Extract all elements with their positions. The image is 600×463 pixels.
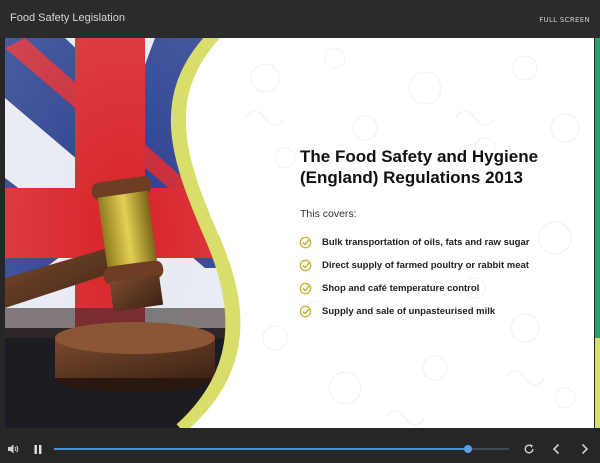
list-item: Direct supply of farmed poultry or rabbi…	[299, 254, 529, 277]
volume-icon[interactable]	[7, 443, 19, 455]
course-title: Food Safety Legislation	[10, 12, 125, 24]
covers-list: Bulk transportation of oils, fats and ra…	[299, 231, 529, 323]
seek-bar-fill	[54, 448, 469, 450]
list-item-text: Shop and café temperature control	[322, 283, 480, 294]
next-icon[interactable]	[580, 443, 590, 455]
seek-bar-handle[interactable]	[464, 445, 473, 453]
seek-bar[interactable]	[54, 445, 509, 453]
check-icon	[299, 259, 312, 272]
slide-intro: This covers:	[300, 208, 357, 220]
list-item: Bulk transportation of oils, fats and ra…	[299, 231, 529, 254]
slide: The Food Safety and Hygiene (England) Re…	[5, 38, 594, 428]
pause-icon[interactable]	[33, 444, 43, 455]
check-icon	[299, 282, 312, 295]
list-item: Shop and café temperature control	[299, 277, 529, 300]
check-icon	[299, 305, 312, 318]
list-item-text: Bulk transportation of oils, fats and ra…	[322, 237, 530, 248]
list-item: Supply and sale of unpasteurised milk	[299, 300, 529, 323]
list-item-text: Supply and sale of unpasteurised milk	[322, 306, 496, 317]
slide-heading: The Food Safety and Hygiene (England) Re…	[300, 147, 539, 187]
list-item-text: Direct supply of farmed poultry or rabbi…	[322, 260, 529, 271]
slide-progress-edge	[595, 38, 600, 428]
replay-icon[interactable]	[523, 443, 535, 455]
previous-icon[interactable]	[551, 443, 561, 455]
top-bar: Food Safety Legislation FULL SCREEN	[0, 0, 600, 38]
check-icon	[299, 236, 312, 249]
player-controls	[0, 430, 600, 463]
fullscreen-button[interactable]: FULL SCREEN	[539, 16, 590, 24]
